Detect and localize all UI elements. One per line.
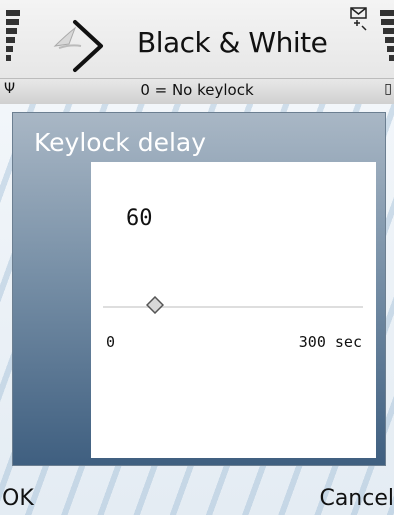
info-text: 0 = No keylock bbox=[140, 81, 254, 99]
status-area: Black & White bbox=[0, 0, 394, 82]
app-title: Black & White bbox=[137, 26, 328, 59]
slider-min-label: 0 bbox=[106, 333, 116, 351]
ok-softkey[interactable]: OK bbox=[2, 486, 34, 511]
battery-level-icon bbox=[380, 10, 394, 70]
mail-icon bbox=[350, 7, 367, 31]
info-bar: Ψ 0 = No keylock ▯ bbox=[0, 78, 394, 106]
signal-strength-icon bbox=[6, 10, 20, 70]
slider-max-label: 300 sec bbox=[298, 333, 362, 351]
slider-value: 60 bbox=[126, 206, 153, 231]
lock-icon: ▯ bbox=[384, 81, 392, 97]
arrow-app-icon bbox=[53, 20, 103, 72]
slider-thumb[interactable] bbox=[146, 296, 164, 314]
dialog-title: Keylock delay bbox=[34, 128, 207, 157]
cancel-softkey[interactable]: Cancel bbox=[319, 486, 394, 511]
slider-track[interactable] bbox=[103, 306, 363, 308]
